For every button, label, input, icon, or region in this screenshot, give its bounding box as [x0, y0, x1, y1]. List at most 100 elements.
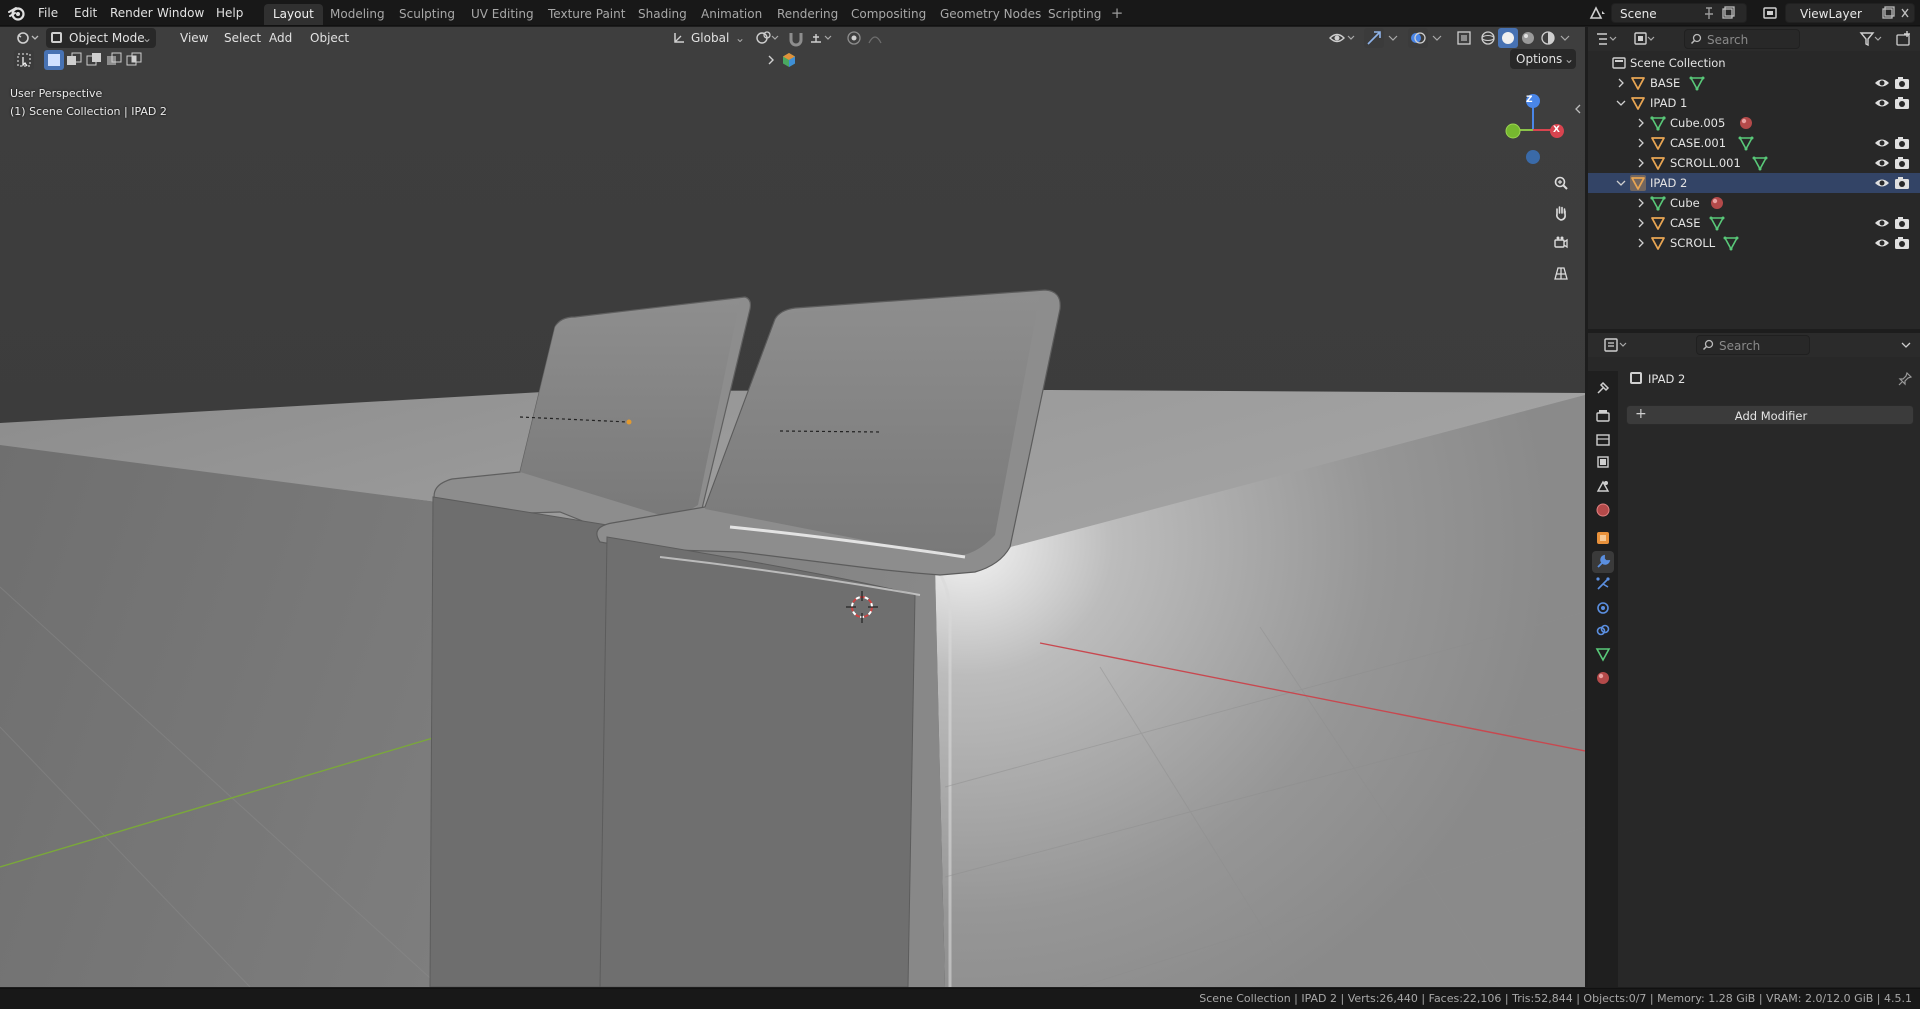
tab-uv-editing[interactable]: UV Editing	[462, 4, 543, 25]
outliner-row-scroll[interactable]: SCROLL	[1588, 233, 1920, 253]
falloff-icon[interactable]	[866, 28, 886, 48]
properties-tab-particles-icon[interactable]	[1592, 573, 1614, 595]
new-view-layer-icon[interactable]	[1881, 6, 1895, 20]
pin-icon[interactable]	[1702, 6, 1716, 20]
outliner-row-ipad-1[interactable]: IPAD 1	[1588, 93, 1920, 113]
properties-tab-material-icon[interactable]	[1592, 667, 1614, 689]
chevron-right-icon[interactable]	[1635, 237, 1647, 249]
eye-icon[interactable]	[1874, 96, 1890, 110]
outliner-search-input[interactable]: Search	[1684, 29, 1800, 49]
snap-target-icon[interactable]	[808, 28, 832, 48]
render-camera-icon[interactable]	[1894, 96, 1910, 110]
chevron-down-icon[interactable]	[1615, 97, 1627, 109]
mesh-data-icon[interactable]	[1738, 135, 1754, 151]
menu-edit[interactable]: Edit	[67, 0, 104, 26]
chevron-right-icon[interactable]	[1635, 117, 1647, 129]
select-tool-icon[interactable]	[14, 50, 34, 70]
eye-icon[interactable]	[1874, 216, 1890, 230]
pan-hand-icon[interactable]	[1548, 200, 1574, 226]
overlays-dropdown-icon[interactable]	[1430, 28, 1450, 48]
menu-window[interactable]: Window	[150, 0, 211, 26]
select-mode-intersect-icon[interactable]	[124, 50, 144, 70]
pivot-point-icon[interactable]	[754, 28, 779, 48]
new-collection-icon[interactable]	[1894, 29, 1914, 49]
outliner-row-scroll-001[interactable]: SCROLL.001	[1588, 153, 1920, 173]
properties-tab-physics-icon[interactable]	[1592, 597, 1614, 619]
camera-view-icon[interactable]	[1548, 230, 1574, 256]
menu-add[interactable]: Add	[263, 28, 298, 48]
mode-selector[interactable]: Object Mode ⌄	[46, 28, 156, 48]
tab-rendering[interactable]: Rendering	[768, 4, 847, 25]
menu-view[interactable]: View	[174, 28, 214, 48]
tab-compositing[interactable]: Compositing	[842, 4, 935, 25]
tab-geometry-nodes[interactable]: Geometry Nodes	[931, 4, 1050, 25]
gizmo-z-label[interactable]: Z	[1526, 95, 1533, 105]
properties-search-input[interactable]: Search	[1696, 335, 1810, 355]
render-camera-icon[interactable]	[1894, 176, 1910, 190]
mesh-data-icon[interactable]	[1709, 215, 1725, 231]
properties-tab-modifier-icon[interactable]	[1592, 551, 1614, 573]
properties-tab-object-icon[interactable]	[1592, 527, 1614, 549]
outliner-row-base[interactable]: BASE	[1588, 73, 1920, 93]
transform-orientation-selector[interactable]: Global ⌄	[670, 28, 748, 48]
menu-file[interactable]: File	[31, 0, 65, 26]
overlays-toggle-icon[interactable]	[1408, 28, 1428, 48]
mesh-data-icon[interactable]	[1752, 155, 1768, 171]
properties-editor-type-icon[interactable]	[1602, 335, 1627, 355]
chevron-right-icon[interactable]	[1635, 137, 1647, 149]
collection-color-icon[interactable]	[781, 52, 797, 68]
editor-type-icon[interactable]	[14, 28, 39, 48]
tab-sculpting[interactable]: Sculpting	[390, 4, 464, 25]
select-mode-new-icon[interactable]	[44, 50, 64, 70]
solid-shading-icon[interactable]	[1498, 28, 1518, 48]
menu-object[interactable]: Object	[304, 28, 355, 48]
render-camera-icon[interactable]	[1894, 136, 1910, 150]
select-mode-extend-icon[interactable]	[64, 50, 84, 70]
chevron-right-icon[interactable]	[1635, 157, 1647, 169]
material-icon[interactable]	[1709, 195, 1725, 211]
add-modifier-button[interactable]: + Add Modifier	[1626, 405, 1914, 425]
rendered-shading-icon[interactable]	[1538, 28, 1558, 48]
outliner-row-scene-collection[interactable]: Scene Collection	[1588, 53, 1920, 73]
viewport-scene[interactable]	[0, 27, 1585, 987]
scene-selector[interactable]: Scene	[1611, 3, 1747, 23]
select-mode-difference-icon[interactable]	[104, 50, 124, 70]
3d-viewport[interactable]: Object Mode ⌄ View Select Add Object Glo…	[0, 27, 1585, 987]
eye-icon[interactable]	[1874, 236, 1890, 250]
perspective-toggle-icon[interactable]	[1548, 260, 1574, 286]
properties-tab-scene-icon[interactable]	[1592, 475, 1614, 497]
outliner-row-cube[interactable]: Cube	[1588, 193, 1920, 213]
properties-tab-tool-icon[interactable]	[1592, 377, 1614, 399]
outliner-editor-type-icon[interactable]	[1594, 29, 1617, 49]
outliner-row-case[interactable]: CASE	[1588, 213, 1920, 233]
eye-icon[interactable]	[1874, 136, 1890, 150]
view-layer-selector[interactable]: ViewLayer	[1785, 3, 1915, 23]
eye-icon[interactable]	[1874, 156, 1890, 170]
menu-select[interactable]: Select	[218, 28, 267, 48]
menu-help[interactable]: Help	[209, 0, 250, 26]
properties-tab-data-icon[interactable]	[1592, 643, 1614, 665]
scene-icon[interactable]	[1587, 3, 1607, 23]
sidebar-toggle-icon[interactable]	[1574, 103, 1582, 115]
chevron-right-icon[interactable]	[766, 53, 776, 67]
properties-tab-output-icon[interactable]	[1592, 429, 1614, 451]
outliner-row-ipad-2[interactable]: IPAD 2	[1588, 173, 1920, 193]
render-camera-icon[interactable]	[1894, 216, 1910, 230]
chevron-right-icon[interactable]	[1615, 77, 1627, 89]
add-workspace-button[interactable]: +	[1108, 3, 1126, 23]
pin-icon[interactable]	[1898, 372, 1912, 386]
snap-icon[interactable]	[786, 28, 806, 48]
outliner-row-cube-005[interactable]: Cube.005	[1588, 113, 1920, 133]
filter-icon[interactable]	[1858, 29, 1882, 49]
zoom-button[interactable]	[1548, 170, 1574, 196]
chevron-right-icon[interactable]	[1635, 217, 1647, 229]
material-preview-icon[interactable]	[1518, 28, 1538, 48]
properties-tab-constraints-icon[interactable]	[1592, 619, 1614, 641]
tab-modeling[interactable]: Modeling	[321, 4, 394, 25]
visibility-filter-icon[interactable]	[1328, 28, 1355, 48]
properties-tab-render-icon[interactable]	[1592, 405, 1614, 427]
proportional-editing-icon[interactable]	[844, 28, 864, 48]
gizmos-dropdown-icon[interactable]	[1386, 28, 1406, 48]
render-camera-icon[interactable]	[1894, 76, 1910, 90]
tab-texture-paint[interactable]: Texture Paint	[539, 4, 634, 25]
